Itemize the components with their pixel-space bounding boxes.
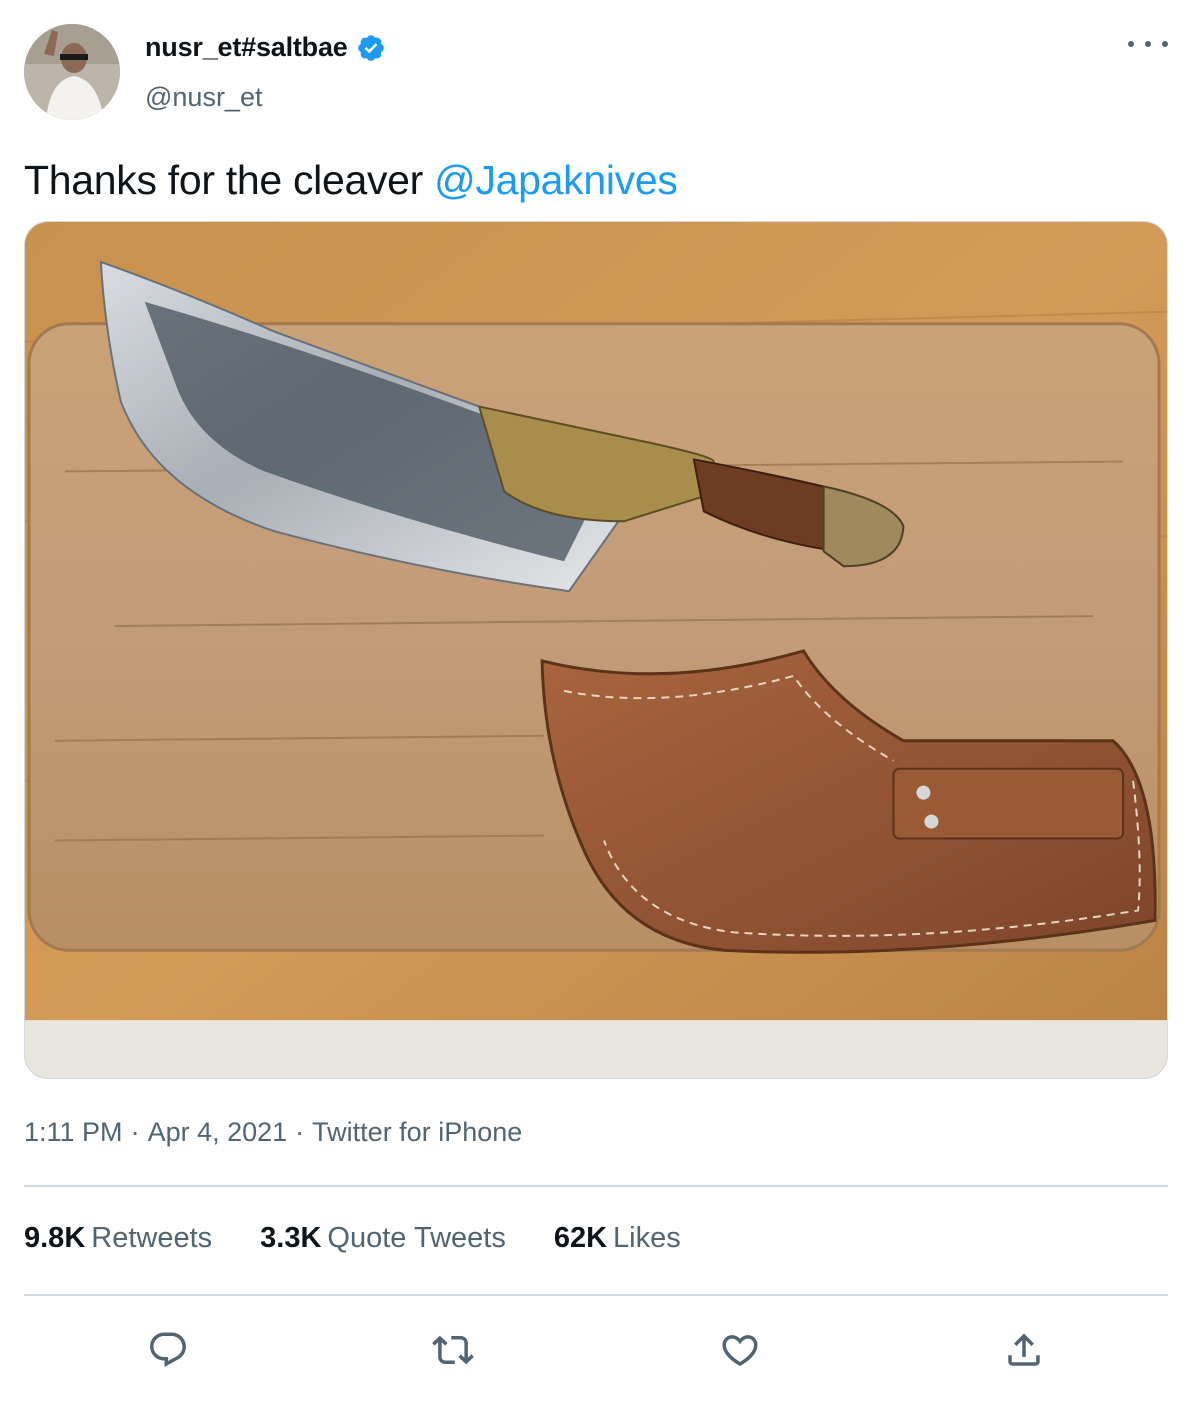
likes-label: Likes xyxy=(613,1222,681,1254)
divider xyxy=(24,1294,1168,1296)
engagement-stats: 9.8K Retweets 3.3K Quote Tweets 62K Likes xyxy=(24,1222,681,1255)
display-name[interactable]: nusr_et#saltbae xyxy=(145,32,348,63)
divider xyxy=(24,1185,1168,1187)
tweet-date[interactable]: Apr 4, 2021 xyxy=(148,1117,288,1147)
tweet-time[interactable]: 1:11 PM xyxy=(24,1117,123,1147)
retweets-count: 9.8K xyxy=(24,1222,86,1254)
separator: · xyxy=(295,1117,305,1147)
likes-count: 62K xyxy=(553,1222,608,1254)
separator: · xyxy=(130,1117,140,1147)
like-icon[interactable] xyxy=(710,1320,770,1380)
tweet-text: Thanks for the cleaver @Japaknives xyxy=(24,152,678,208)
avatar[interactable] xyxy=(24,24,120,120)
author-name-row[interactable]: nusr_et#saltbae xyxy=(145,32,386,63)
quotes-label: Quote Tweets xyxy=(327,1222,506,1254)
retweets-label: Retweets xyxy=(91,1222,213,1254)
reply-icon[interactable] xyxy=(138,1320,198,1380)
share-icon[interactable] xyxy=(994,1320,1054,1380)
tweet-source[interactable]: Twitter for iPhone xyxy=(312,1117,522,1147)
quotes-count: 3.3K xyxy=(260,1222,322,1254)
retweets-stat[interactable]: 9.8K Retweets xyxy=(24,1222,212,1255)
tweet-photo[interactable] xyxy=(24,221,1168,1079)
more-options-icon[interactable] xyxy=(1128,32,1168,56)
action-bar xyxy=(0,1320,1192,1380)
retweet-icon[interactable] xyxy=(423,1320,483,1380)
author-handle[interactable]: @nusr_et xyxy=(145,82,262,113)
tweet-body: Thanks for the cleaver xyxy=(24,157,435,203)
tweet-meta: 1:11 PM · Apr 4, 2021 · Twitter for iPhone xyxy=(24,1117,522,1148)
mention-link[interactable]: @Japaknives xyxy=(434,157,678,203)
likes-stat[interactable]: 62K Likes xyxy=(554,1222,681,1255)
verified-badge-icon xyxy=(356,33,386,63)
quote-tweets-stat[interactable]: 3.3K Quote Tweets xyxy=(260,1222,506,1255)
